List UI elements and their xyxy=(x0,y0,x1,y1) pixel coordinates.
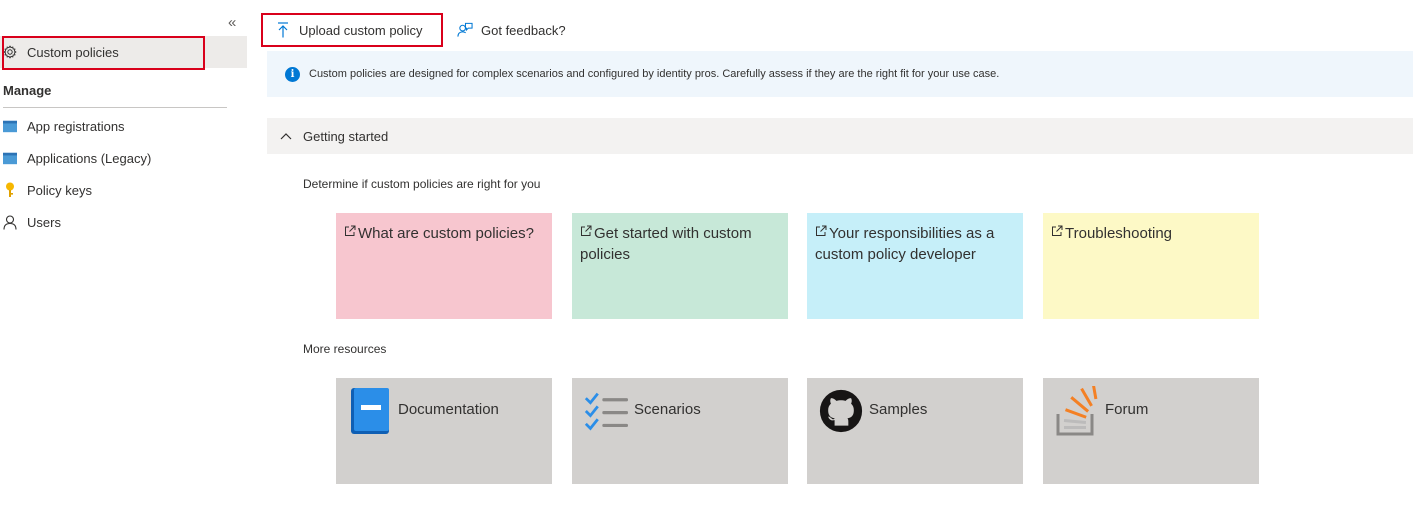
app-registrations-icon xyxy=(3,119,17,133)
external-link-icon xyxy=(345,225,356,236)
external-link-icon xyxy=(816,225,827,236)
tile-label: Samples xyxy=(869,401,928,418)
stack-overflow-icon xyxy=(1055,386,1099,436)
info-banner: i Custom policies are designed for compl… xyxy=(267,51,1413,97)
tile-label: Your responsibilities as a custom policy… xyxy=(815,225,995,263)
tile-samples[interactable]: Samples xyxy=(807,378,1023,484)
divider xyxy=(3,107,227,108)
sidebar-item-users[interactable]: Users xyxy=(0,206,247,238)
tile-scenarios[interactable]: Scenarios xyxy=(572,378,788,484)
sidebar-item-label: Policy keys xyxy=(27,182,93,198)
tile-forum[interactable]: Forum xyxy=(1043,378,1259,484)
sidebar-item-custom-policies[interactable]: Custom policies xyxy=(0,36,247,68)
checklist-icon xyxy=(584,386,628,436)
tile-label: Troubleshooting xyxy=(1065,225,1173,242)
sidebar-item-label: Users xyxy=(27,214,61,230)
tile-label: Documentation xyxy=(398,401,499,418)
gear-icon xyxy=(3,45,17,59)
manage-header: Manage xyxy=(3,83,52,98)
sidebar-item-label: Custom policies xyxy=(27,44,119,60)
upload-icon xyxy=(275,22,291,38)
user-icon xyxy=(3,214,17,230)
applications-legacy-icon xyxy=(3,151,17,165)
tile-label: Forum xyxy=(1105,401,1149,418)
sidebar-item-app-registrations[interactable]: App registrations xyxy=(0,110,247,142)
section-title: Getting started xyxy=(303,128,389,144)
banner-text: Custom policies are designed for complex… xyxy=(309,68,1000,80)
sidebar-item-label: Applications (Legacy) xyxy=(27,150,152,166)
info-icon: i xyxy=(285,66,300,82)
book-icon xyxy=(348,386,392,436)
external-link-icon xyxy=(581,225,592,236)
more-resources-label: More resources xyxy=(303,342,387,356)
upload-label: Upload custom policy xyxy=(299,22,423,38)
getting-started-section-header[interactable]: Getting started xyxy=(267,118,1413,154)
feedback-icon xyxy=(457,22,473,38)
sidebar-item-applications-legacy[interactable]: Applications (Legacy) xyxy=(0,142,247,174)
tile-label: Get started with custom policies xyxy=(580,225,752,263)
collapse-sidebar-button[interactable]: « xyxy=(228,14,242,32)
sidebar: « Custom policies Manage App registratio… xyxy=(0,0,247,505)
tile-documentation[interactable]: Documentation xyxy=(336,378,552,484)
upload-custom-policy-button[interactable]: Upload custom policy xyxy=(275,14,423,46)
sidebar-item-policy-keys[interactable]: Policy keys xyxy=(0,174,247,206)
tile-get-started[interactable]: Get started with custom policies xyxy=(572,213,788,319)
tile-label: What are custom policies? xyxy=(358,225,534,242)
github-icon xyxy=(819,386,863,436)
tile-what-are-custom-policies[interactable]: What are custom policies? xyxy=(336,213,552,319)
external-link-icon xyxy=(1052,225,1063,236)
tile-troubleshooting[interactable]: Troubleshooting xyxy=(1043,213,1259,319)
chevron-up-icon xyxy=(279,132,293,140)
sidebar-item-label: App registrations xyxy=(27,118,125,134)
determine-label: Determine if custom policies are right f… xyxy=(303,177,541,191)
tile-your-responsibilities[interactable]: Your responsibilities as a custom policy… xyxy=(807,213,1023,319)
tile-label: Scenarios xyxy=(634,401,701,418)
feedback-label: Got feedback? xyxy=(481,22,566,38)
got-feedback-button[interactable]: Got feedback? xyxy=(457,14,566,46)
key-icon xyxy=(3,182,17,197)
